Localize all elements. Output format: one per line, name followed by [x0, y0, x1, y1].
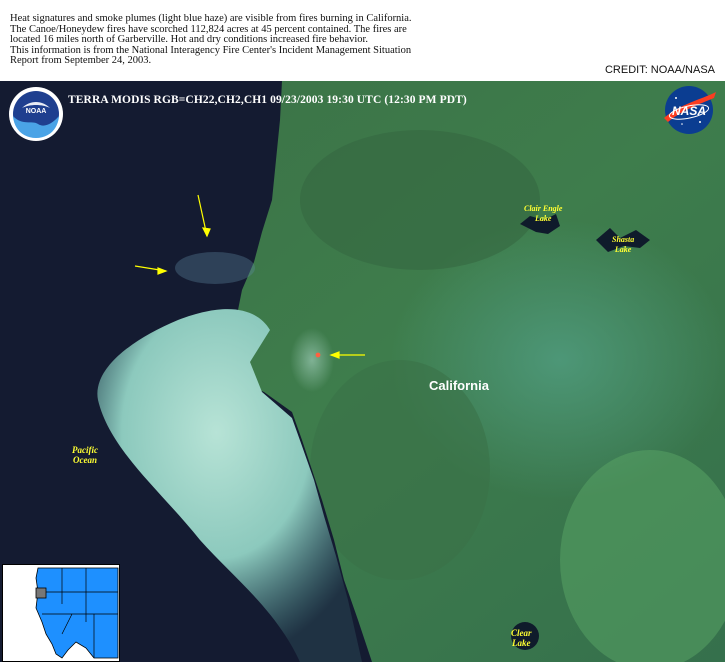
nasa-logo: NASA	[664, 86, 716, 134]
clair-engle-label-line-2: Lake	[535, 214, 552, 223]
caption-line-5: Report from September 24, 2003.	[10, 55, 152, 67]
clear-lake-label-line-2: Lake	[512, 638, 531, 648]
image-credit: CREDIT: NOAA/NASA	[604, 64, 715, 76]
ocean-label-line-2: Ocean	[73, 455, 97, 465]
clair-engle-lake-label: Clair Engle Lake	[524, 204, 562, 224]
smoke-haze-coast	[175, 252, 255, 284]
noaa-logo-text: NOAA	[26, 108, 47, 115]
noaa-logo: NOAA	[9, 87, 63, 141]
locator-inset-map	[2, 564, 120, 662]
land-texture-a	[300, 130, 540, 270]
caption-line-1: Heat signatures and smoke plumes (light …	[10, 13, 412, 24]
shasta-label-line-1: Shasta	[612, 235, 635, 244]
region-label: California	[429, 378, 489, 393]
shasta-lake-label: Shasta Lake	[612, 235, 634, 255]
clear-lake-label: Clear Lake	[511, 628, 532, 648]
land-texture-b	[310, 360, 490, 580]
ocean-label: Pacific Ocean	[72, 445, 98, 465]
ocean-label-line-1: Pacific	[72, 445, 98, 455]
clear-lake-label-line-1: Clear	[511, 628, 532, 638]
image-caption: Heat signatures and smoke plumes (light …	[10, 13, 480, 67]
clair-engle-label-line-1: Clair Engle	[524, 204, 563, 213]
nasa-logo-text: NASA	[672, 104, 706, 118]
smoke-haze-land	[290, 328, 334, 392]
shasta-label-line-2: Lake	[614, 245, 632, 254]
fire-heat-signature	[315, 352, 321, 358]
scene-title: TERRA MODIS RGB=CH22,CH2,CH1 09/23/2003 …	[68, 94, 467, 106]
